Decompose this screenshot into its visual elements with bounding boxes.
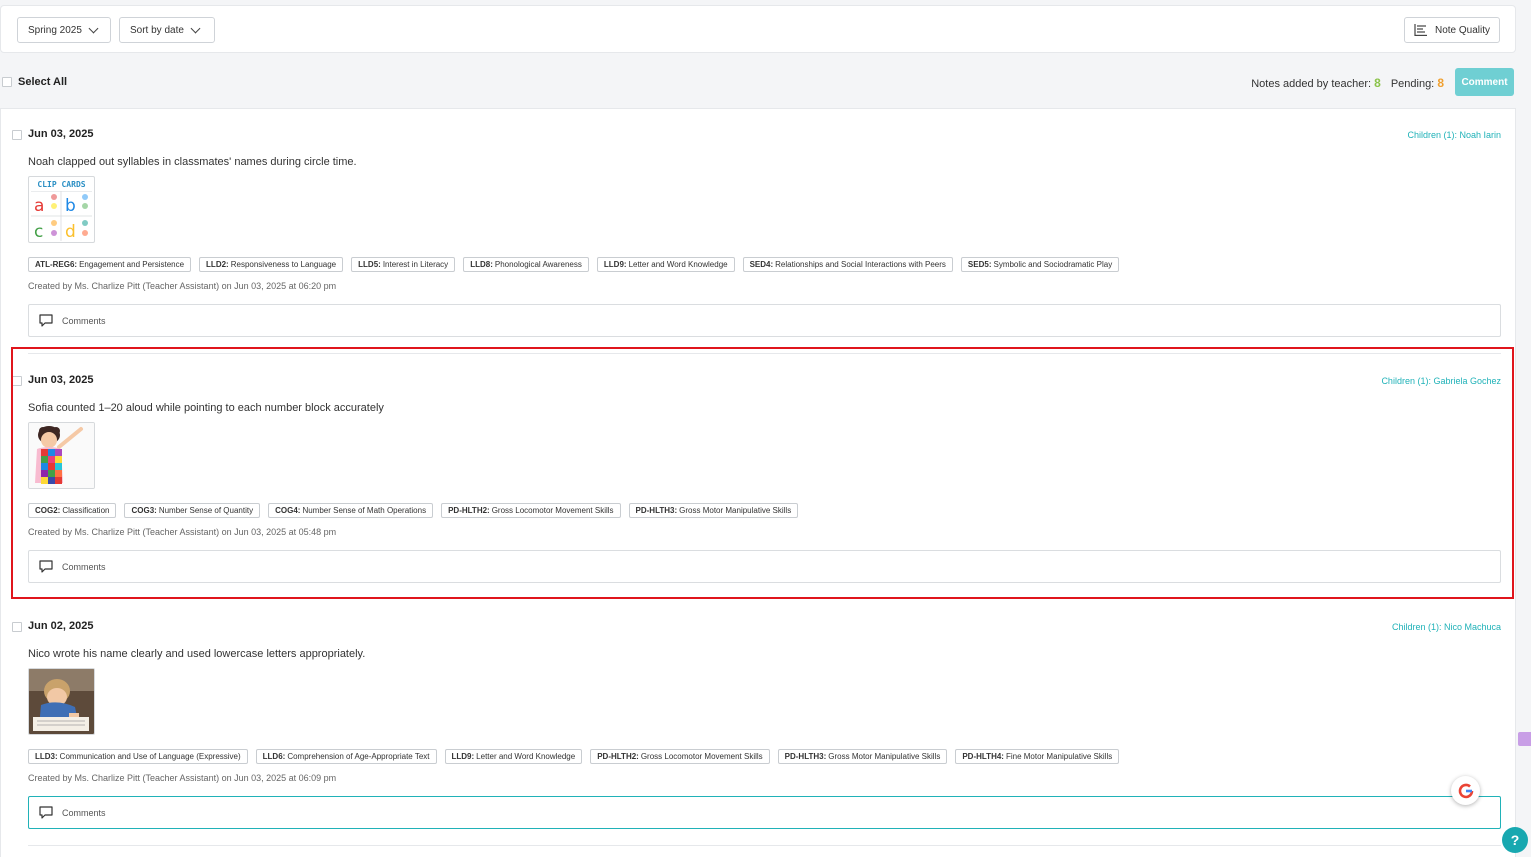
note-stats: Notes added by teacher: 8 Pending: 8: [1251, 76, 1444, 90]
tag-label: Gross Motor Manipulative Skills: [828, 752, 941, 761]
standards-tags: LLD3: Communication and Use of Language (…: [28, 749, 1120, 764]
selection-row: Select All Notes added by teacher: 8 Pen…: [0, 66, 1516, 98]
note-created-by: Created by Ms. Charlize Pitt (Teacher As…: [28, 281, 337, 291]
comments-label: Comments: [62, 315, 106, 326]
note-card: Jun 02, 2025 Children (1): Nico Machuca …: [1, 617, 1517, 837]
note-checkbox[interactable]: [12, 130, 22, 140]
tag-code: SED4:: [749, 260, 774, 269]
tag-label: Communication and Use of Language (Expre…: [59, 752, 241, 761]
tag-label: Interest in Literacy: [382, 260, 449, 269]
google-widget-button[interactable]: [1451, 776, 1480, 805]
note-children-link[interactable]: Children (1): Nico Machuca: [1392, 622, 1501, 632]
tag-code: PD-HLTH2:: [597, 752, 639, 761]
notes-added-stat: Notes added by teacher: 8: [1251, 76, 1381, 90]
side-panel-tab[interactable]: [1518, 732, 1531, 746]
standard-tag[interactable]: PD-HLTH3: Gross Motor Manipulative Skills: [777, 749, 948, 764]
term-dropdown[interactable]: Spring 2025: [17, 17, 111, 43]
note-children-link[interactable]: Children (1): Noah Iarin: [1407, 130, 1501, 140]
select-all-label: Select All: [18, 76, 68, 88]
tag-label: Letter and Word Knowledge: [476, 752, 576, 761]
tag-code: ATL-REG6:: [35, 260, 78, 269]
tag-label: Engagement and Persistence: [79, 260, 185, 269]
help-button[interactable]: ?: [1502, 827, 1528, 853]
standard-tag[interactable]: LLD8: Phonological Awareness: [463, 257, 589, 272]
tag-code: PD-HLTH3:: [784, 752, 827, 761]
select-all[interactable]: Select All: [2, 76, 67, 88]
svg-text:c: c: [34, 222, 43, 242]
term-dropdown-label: Spring 2025: [28, 24, 82, 36]
tag-label: Phonological Awareness: [494, 260, 582, 269]
comments-box[interactable]: Comments: [28, 796, 1501, 829]
google-icon: [1458, 783, 1473, 798]
standard-tag[interactable]: LLD2: Responsiveness to Language: [199, 257, 344, 272]
filter-bar: Spring 2025 Sort by date Note Quality: [0, 5, 1516, 53]
select-all-checkbox[interactable]: [2, 77, 12, 87]
standard-tag[interactable]: LLD9: Letter and Word Knowledge: [444, 749, 583, 764]
note-quality-label: Note Quality: [1434, 24, 1490, 36]
note-date: Jun 03, 2025: [28, 128, 94, 140]
svg-text:a: a: [34, 196, 44, 216]
standard-tag[interactable]: LLD5: Interest in Literacy: [351, 257, 456, 272]
chevron-down-icon: [190, 23, 201, 33]
comments-label: Comments: [62, 807, 106, 818]
note-quality-button[interactable]: Note Quality: [1403, 17, 1500, 43]
svg-text:d: d: [65, 222, 76, 242]
note-date: Jun 02, 2025: [28, 620, 94, 632]
note-created-by: Created by Ms. Charlize Pitt (Teacher As…: [28, 773, 337, 783]
comment-icon: [39, 314, 53, 327]
help-icon: ?: [1510, 832, 1520, 848]
tag-code: LLD2:: [206, 260, 229, 269]
comment-icon: [39, 806, 53, 819]
tag-code: LLD9:: [451, 752, 475, 761]
tag-label: Letter and Word Knowledge: [628, 260, 728, 269]
pending-stat: Pending: 8: [1391, 76, 1444, 90]
standard-tag[interactable]: PD-HLTH2: Gross Locomotor Movement Skills: [590, 749, 770, 764]
tag-code: LLD8:: [470, 260, 493, 269]
clip-cards-picture: a b c d: [31, 191, 92, 242]
note-text: Nico wrote his name clearly and used low…: [28, 648, 366, 660]
sort-dropdown-label: Sort by date: [130, 24, 184, 36]
pending-count: 8: [1437, 76, 1444, 90]
standard-tag[interactable]: LLD6: Comprehension of Age-Appropriate Te…: [255, 749, 437, 764]
bars-icon: [1414, 24, 1427, 36]
tag-code: LLD6:: [262, 752, 286, 761]
tag-code: LLD5:: [358, 260, 381, 269]
tag-label: Gross Locomotor Movement Skills: [640, 752, 763, 761]
tag-code: SED5:: [967, 260, 992, 269]
standard-tag[interactable]: SED4: Relationships and Social Interactio…: [742, 257, 953, 272]
tag-label: Symbolic and Sociodramatic Play: [993, 260, 1113, 269]
standard-tag[interactable]: SED5: Symbolic and Sociodramatic Play: [960, 257, 1120, 272]
sort-dropdown[interactable]: Sort by date: [119, 17, 215, 43]
standard-tag[interactable]: LLD9: Letter and Word Knowledge: [596, 257, 735, 272]
tag-code: LLD3:: [35, 752, 58, 761]
standard-tag[interactable]: PD-HLTH4: Fine Motor Manipulative Skills: [955, 749, 1120, 764]
pending-label: Pending:: [1390, 78, 1435, 90]
divider: [28, 845, 1501, 846]
tag-label: Fine Motor Manipulative Skills: [1005, 752, 1113, 761]
chevron-down-icon: [88, 23, 99, 33]
clip-cards-title: CLIP CARDS: [37, 180, 86, 189]
tag-label: Comprehension of Age-Appropriate Text: [287, 752, 430, 761]
note-photo-thumbnail[interactable]: [28, 668, 95, 735]
comment-button[interactable]: Comment: [1455, 68, 1514, 96]
selection-highlight-frame: [11, 347, 1514, 599]
tag-code: PD-HLTH4:: [962, 752, 1004, 761]
tag-label: Responsiveness to Language: [230, 260, 337, 269]
notes-added-label: Notes added by teacher:: [1251, 78, 1372, 90]
tag-label: Relationships and Social Interactions wi…: [775, 260, 946, 269]
note-card: Jun 03, 2025 Children (1): Noah Iarin No…: [1, 125, 1517, 345]
child-writing-picture: [29, 669, 94, 734]
note-text: Noah clapped out syllables in classmates…: [28, 156, 357, 168]
note-photo-thumbnail[interactable]: CLIP CARDS a b c d: [28, 176, 95, 243]
tag-code: LLD9:: [603, 260, 627, 269]
standard-tag[interactable]: ATL-REG6: Engagement and Persistence: [28, 257, 192, 272]
standard-tag[interactable]: LLD3: Communication and Use of Language (…: [28, 749, 248, 764]
svg-text:b: b: [65, 196, 76, 216]
comments-box[interactable]: Comments: [28, 304, 1501, 337]
note-checkbox[interactable]: [12, 622, 22, 632]
standards-tags: ATL-REG6: Engagement and Persistence LLD2…: [28, 257, 1120, 272]
notes-added-count: 8: [1374, 76, 1381, 90]
